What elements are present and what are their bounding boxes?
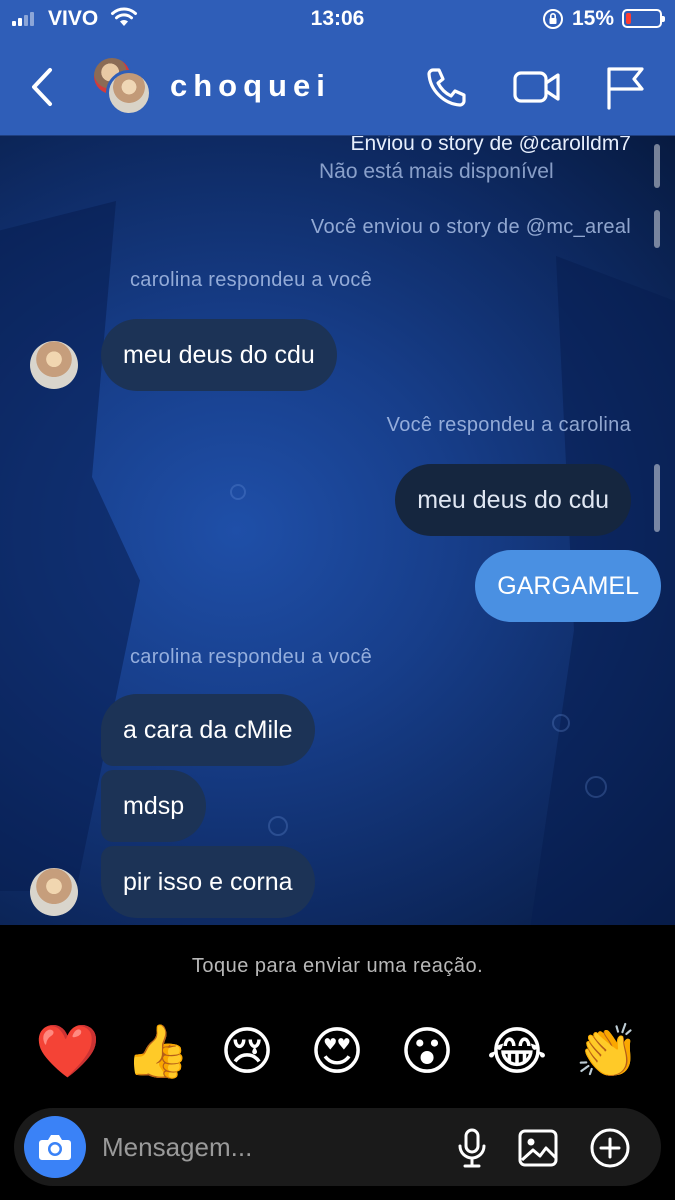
chat-header: choquei [0, 40, 675, 136]
flag-icon[interactable] [600, 64, 650, 110]
chat-screen: VIVO 13:06 15% choquei Enviou o story de… [0, 0, 675, 1200]
orientation-lock-icon [543, 9, 563, 29]
battery-icon [622, 9, 665, 28]
message-composer [14, 1108, 661, 1186]
story-reply-title: Enviou o story de @carolldm7 [350, 136, 631, 155]
incoming-message[interactable]: mdsp [101, 770, 207, 842]
image-icon[interactable] [516, 1126, 560, 1170]
incoming-message[interactable]: meu deus do cdu [101, 319, 337, 391]
clapping-hands-reaction[interactable]: 👏 [575, 1020, 640, 1084]
microphone-icon[interactable] [450, 1126, 494, 1170]
battery-fill [626, 13, 631, 24]
group-avatar[interactable] [92, 56, 154, 118]
reply-context-label: carolina respondeu a você [130, 269, 373, 291]
reaction-hint: Toque para enviar uma reação. [191, 955, 484, 977]
back-button[interactable] [22, 62, 66, 112]
top-bar: VIVO 13:06 15% choquei [0, 0, 675, 136]
story-unavailable-note: Não está mais disponível [319, 160, 554, 183]
video-camera-icon[interactable] [512, 64, 562, 110]
incoming-message[interactable]: pir isso e corna [101, 846, 315, 918]
you-sent-story-note: Você enviou o story de @mc_areal [310, 216, 631, 238]
thumbs-up-reaction[interactable]: 👍 [125, 1020, 190, 1084]
phone-icon[interactable] [424, 64, 474, 110]
laughing-face-reaction[interactable]: 😂 [485, 1020, 549, 1084]
heart-reaction[interactable]: ❤️ [35, 1020, 100, 1084]
avatar[interactable] [30, 341, 78, 389]
message-list[interactable]: Enviou o story de @carolldm7 Não está ma… [0, 136, 675, 925]
reply-indicator [654, 144, 660, 188]
incoming-message[interactable]: a cara da cMile [101, 694, 315, 766]
reply-indicator [654, 464, 660, 532]
wallpaper-bubble [268, 816, 288, 836]
reply-context-label: Você respondeu a carolina [386, 414, 631, 436]
heart-eyes-reaction[interactable]: 😍 [305, 1020, 369, 1084]
message-input[interactable] [102, 1126, 422, 1168]
outgoing-message[interactable]: GARGAMEL [475, 550, 661, 622]
chat-title[interactable]: choquei [170, 68, 331, 104]
wallpaper-bubble [552, 714, 570, 732]
reaction-emoji-row: ❤️ 👍 😢 😍 😮 😂 👏 [0, 1020, 675, 1090]
reply-context-label: carolina respondeu a você [130, 646, 373, 668]
camera-icon [39, 1135, 71, 1160]
plus-circle-icon[interactable] [588, 1126, 632, 1170]
surprised-face-reaction[interactable]: 😮 [395, 1020, 459, 1084]
camera-button[interactable] [24, 1116, 86, 1178]
wallpaper-bubble [230, 484, 246, 500]
wallpaper-bubble [585, 776, 607, 798]
quoted-message[interactable]: meu deus do cdu [395, 464, 631, 536]
battery-percent: 15% [572, 7, 615, 30]
status-bar: VIVO 13:06 15% [0, 0, 675, 36]
avatar[interactable] [30, 868, 78, 916]
reply-indicator [654, 210, 660, 248]
crying-face-reaction[interactable]: 😢 [215, 1020, 279, 1084]
avatar [106, 70, 152, 116]
